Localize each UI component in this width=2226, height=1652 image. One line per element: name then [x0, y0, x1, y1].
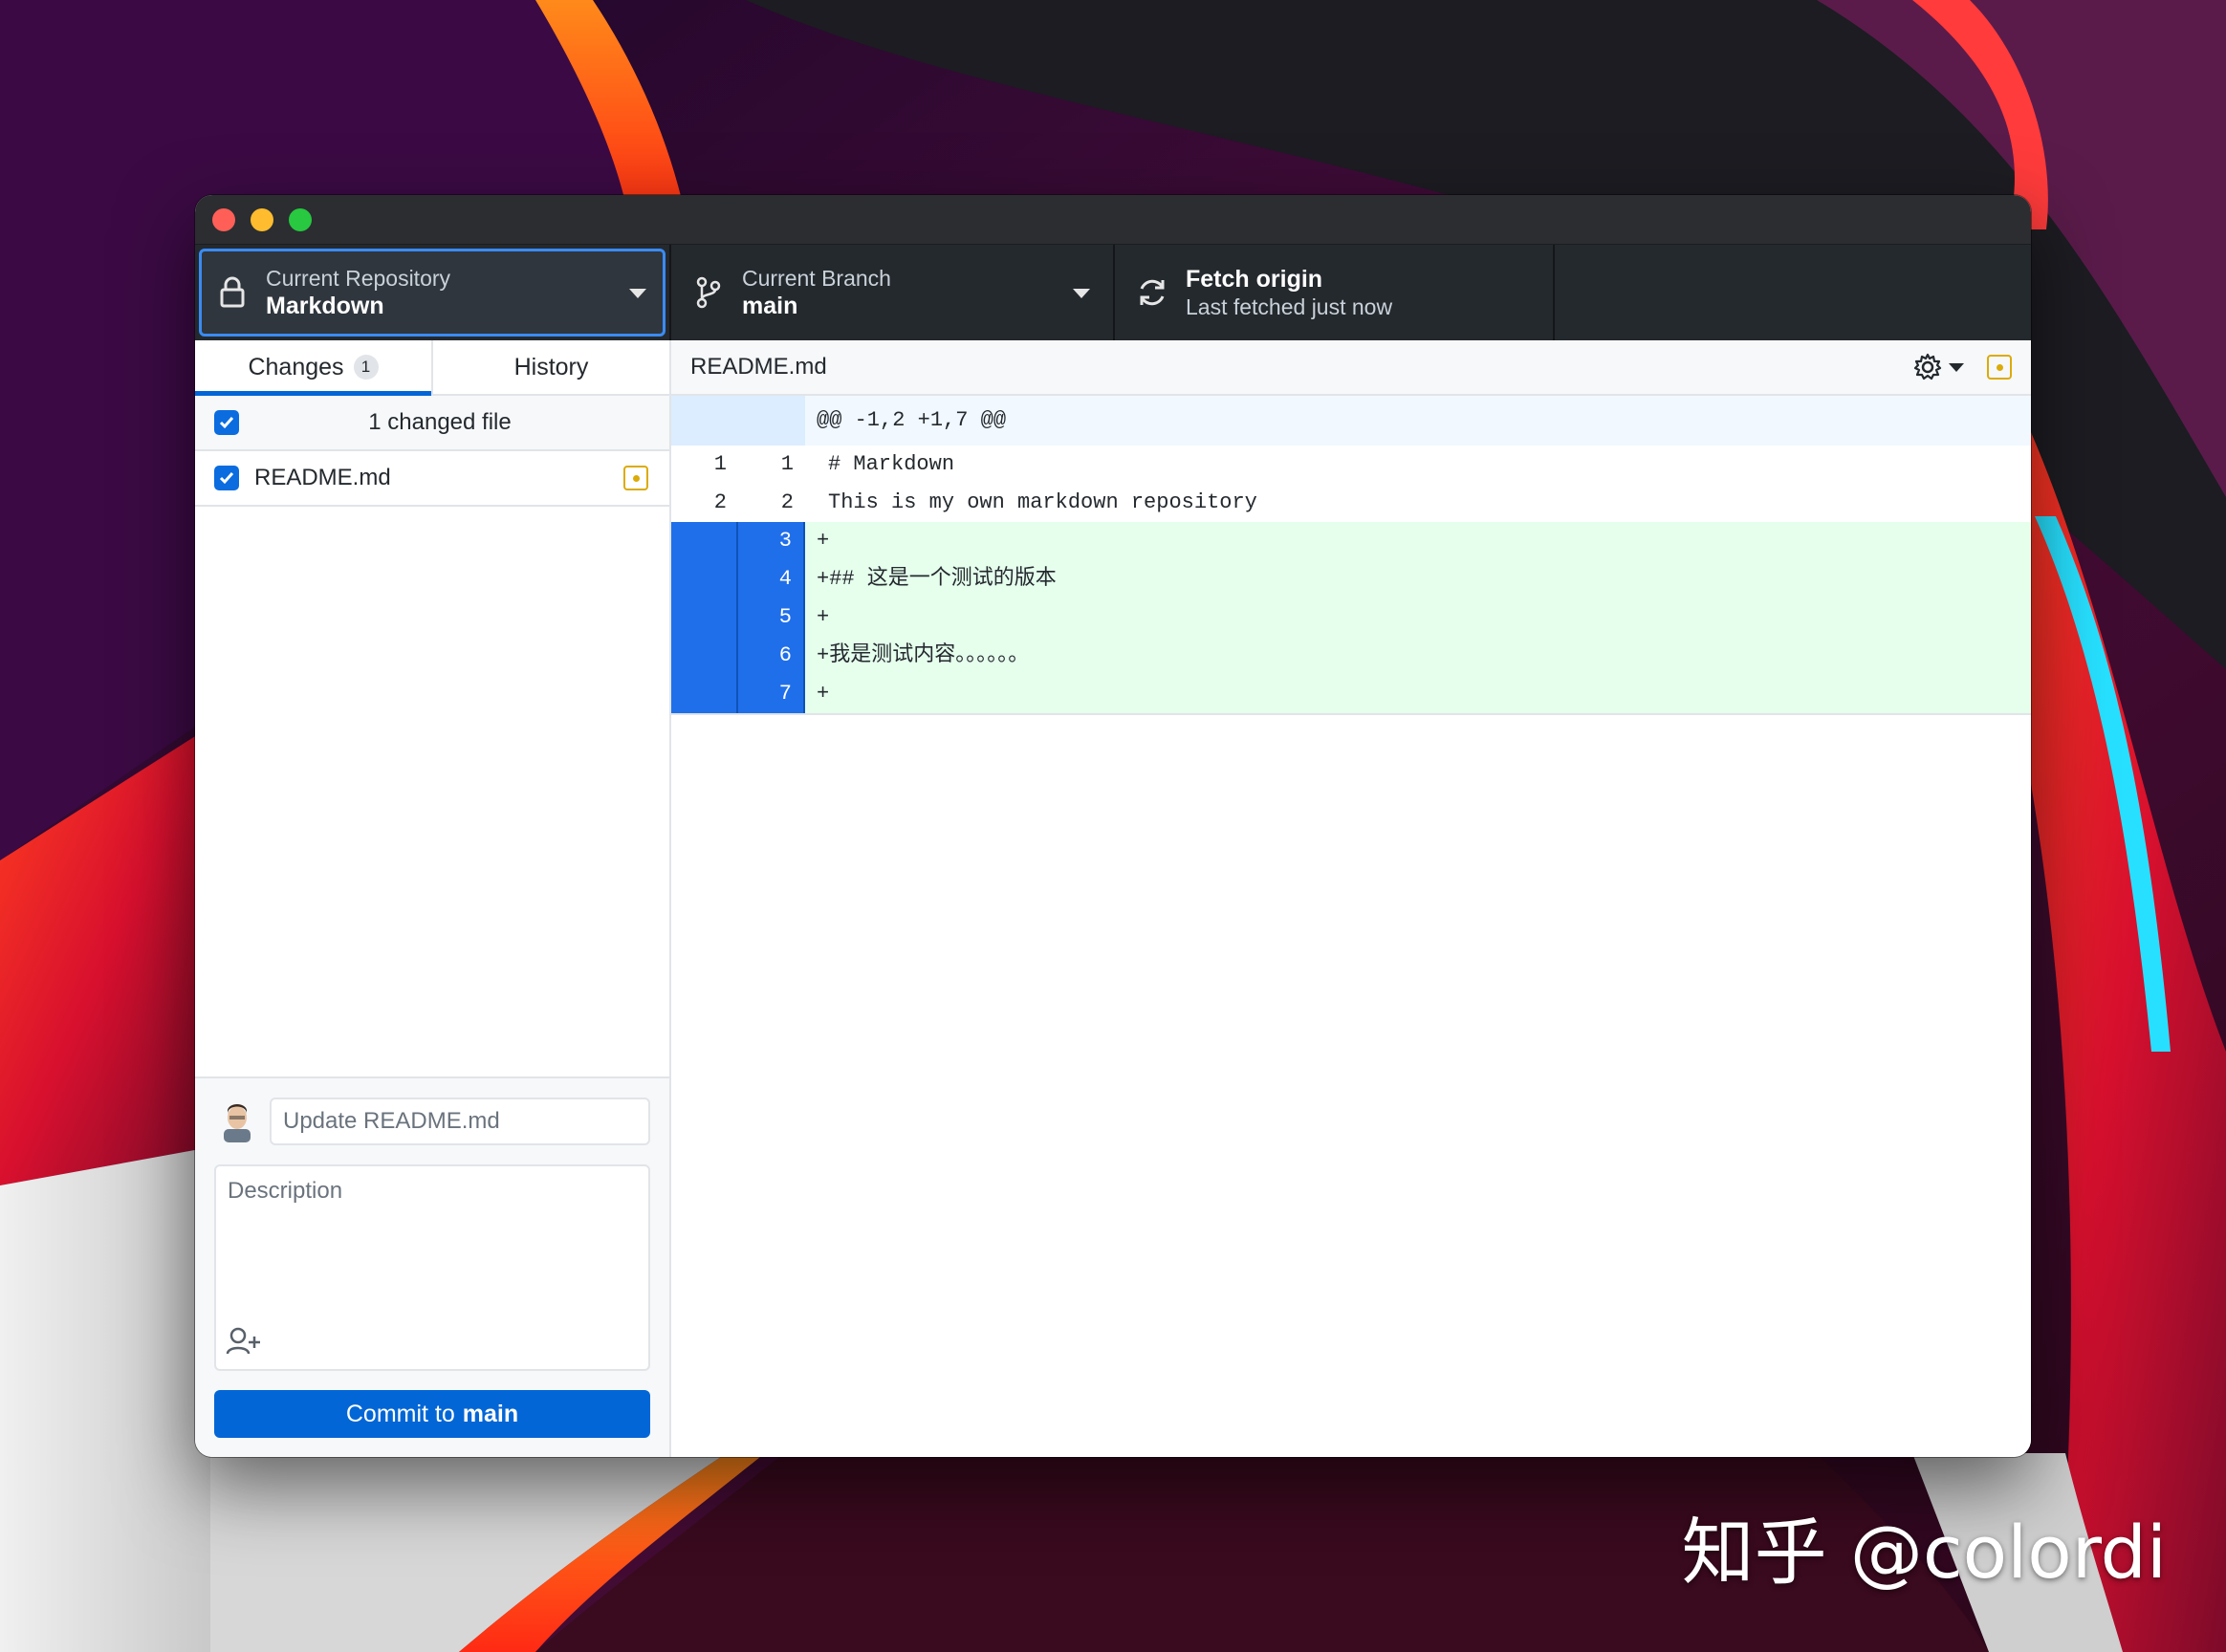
- diff-line: 2 2 This is my own markdown repository: [671, 484, 2031, 522]
- checkmark-icon: [219, 472, 234, 485]
- commit-button-prefix: Commit to: [345, 1400, 455, 1427]
- title-bar: [195, 195, 2031, 245]
- diff-end-divider: [671, 713, 2031, 715]
- tab-history-label: History: [513, 353, 589, 380]
- fetch-text: Fetch origin Last fetched just now: [1186, 265, 1392, 320]
- person-add-icon[interactable]: [226, 1327, 262, 1356]
- file-name: README.md: [254, 465, 391, 490]
- old-line-number: 2: [713, 490, 727, 514]
- branch-name: main: [742, 293, 798, 319]
- commit-summary-input[interactable]: [270, 1098, 650, 1145]
- minimize-window-button[interactable]: [251, 207, 273, 231]
- fetch-title: Fetch origin: [1186, 266, 1323, 293]
- main-content: Changes 1 History 1 changed file README.…: [195, 340, 2031, 1457]
- gear-icon: [1913, 353, 1942, 380]
- commit-description-input[interactable]: [216, 1166, 648, 1310]
- new-line-number: 4: [738, 560, 805, 598]
- diff-line-added[interactable]: 7 +: [671, 675, 2031, 713]
- diff-file-path: README.md: [690, 354, 827, 380]
- repository-name: Markdown: [266, 293, 384, 319]
- toolbar: Current Repository Markdown Current Bran…: [195, 245, 2031, 340]
- line-content: +: [817, 529, 830, 553]
- git-branch-icon: [692, 276, 725, 309]
- old-line-number: [671, 598, 738, 637]
- line-content: +我是测试内容。。。。。。: [817, 643, 1030, 667]
- sync-icon: [1136, 276, 1168, 309]
- commit-button[interactable]: Commit to main: [214, 1390, 650, 1438]
- commit-panel: Commit to main: [195, 1076, 669, 1457]
- watermark: 知乎 @colordi: [1681, 1510, 2167, 1595]
- diff-body: @@ -1,2 +1,7 @@ 1 1 # Markdown 2 2 This …: [671, 396, 2031, 715]
- diff-line-added[interactable]: 6 +我是测试内容。。。。。。: [671, 637, 2031, 675]
- hunk-header: @@ -1,2 +1,7 @@: [671, 396, 2031, 446]
- commit-description-box: [214, 1164, 650, 1371]
- branch-label: Current Branch: [742, 266, 891, 291]
- commit-button-branch: main: [462, 1400, 519, 1427]
- line-content: # Markdown: [828, 452, 955, 476]
- line-content: +## 这是一个测试的版本: [817, 567, 1057, 591]
- github-desktop-window: Current Repository Markdown Current Bran…: [195, 195, 2031, 1457]
- repository-text: Current Repository Markdown: [266, 265, 450, 320]
- chevron-down-icon: [1073, 289, 1090, 298]
- repository-label: Current Repository: [266, 266, 451, 291]
- diff-line-added[interactable]: 5 +: [671, 598, 2031, 637]
- lock-icon: [216, 276, 249, 309]
- tab-changes[interactable]: Changes 1: [195, 340, 431, 396]
- new-line-number: 3: [738, 522, 805, 560]
- sidebar-tabs: Changes 1 History: [195, 340, 669, 396]
- new-line-number: 7: [738, 675, 805, 713]
- fetch-status: Last fetched just now: [1186, 294, 1393, 319]
- diff-line-added[interactable]: 3 +: [671, 522, 2031, 560]
- new-line-number: 1: [780, 452, 794, 476]
- changed-files-count: 1 changed file: [368, 409, 512, 435]
- old-line-number: [671, 560, 738, 598]
- hunk-header-text: @@ -1,2 +1,7 @@: [817, 408, 1007, 432]
- branch-text: Current Branch main: [742, 265, 891, 320]
- file-modified-icon: [1987, 355, 2012, 380]
- tab-changes-label: Changes: [248, 353, 344, 380]
- zoom-window-button[interactable]: [289, 207, 312, 231]
- sidebar: Changes 1 History 1 changed file README.…: [195, 340, 671, 1457]
- changed-files-header: 1 changed file: [195, 396, 669, 451]
- diff-options-button[interactable]: [1912, 352, 1964, 382]
- avatar: [224, 1104, 251, 1142]
- current-branch-dropdown[interactable]: Current Branch main: [671, 245, 1115, 340]
- old-line-number: [671, 522, 738, 560]
- old-line-number: 1: [713, 452, 727, 476]
- current-repository-dropdown[interactable]: Current Repository Markdown: [195, 245, 671, 340]
- line-content: This is my own markdown repository: [828, 490, 1257, 514]
- new-line-number: 6: [738, 637, 805, 675]
- changes-count-badge: 1: [353, 355, 379, 380]
- file-modified-icon: [623, 466, 648, 490]
- line-content: +: [817, 682, 830, 706]
- changed-file-row[interactable]: README.md: [195, 451, 669, 507]
- close-window-button[interactable]: [212, 207, 235, 231]
- commit-summary-row: [214, 1098, 650, 1145]
- chevron-down-icon: [1949, 362, 1964, 372]
- checkmark-icon: [219, 417, 234, 429]
- diff-line-added[interactable]: 4 +## 这是一个测试的版本: [671, 560, 2031, 598]
- file-checkbox[interactable]: [214, 466, 239, 490]
- diff-header: README.md: [671, 340, 2031, 396]
- chevron-down-icon: [629, 289, 646, 298]
- select-all-checkbox[interactable]: [214, 410, 239, 435]
- old-line-number: [671, 675, 738, 713]
- tab-history[interactable]: History: [431, 340, 669, 394]
- line-content: +: [817, 605, 830, 629]
- diff-viewer: README.md @@ -1,2 +1,7 @@ 1 1 # Markdown…: [671, 340, 2031, 1457]
- fetch-origin-button[interactable]: Fetch origin Last fetched just now: [1115, 245, 1555, 340]
- diff-line: 1 1 # Markdown: [671, 446, 2031, 484]
- old-line-number: [671, 637, 738, 675]
- new-line-number: 5: [738, 598, 805, 637]
- new-line-number: 2: [780, 490, 794, 514]
